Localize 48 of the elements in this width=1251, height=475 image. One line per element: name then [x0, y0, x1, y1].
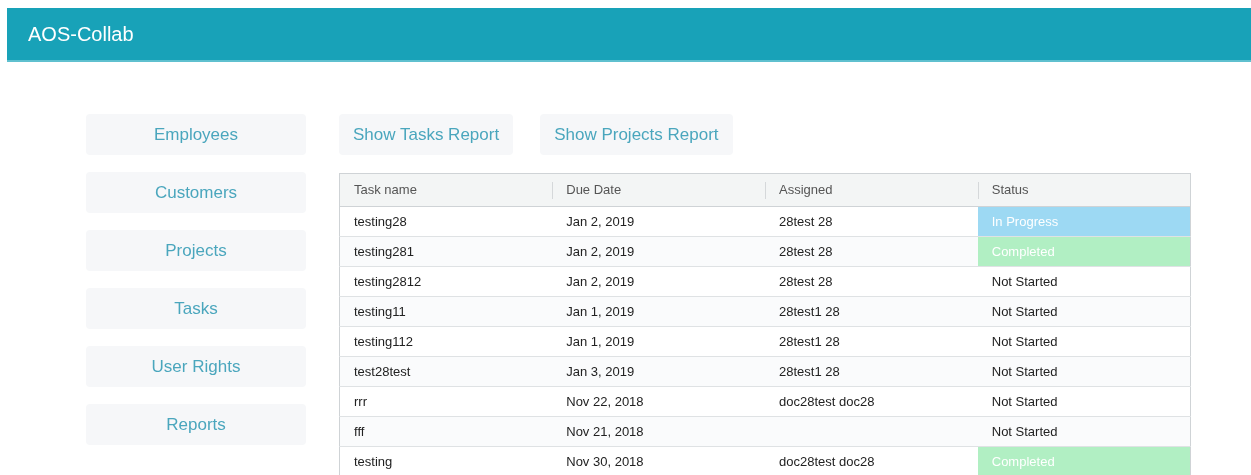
column-header: Status	[977, 173, 1191, 207]
column-header: Assigned	[765, 173, 978, 207]
table-cell: rrr	[339, 386, 553, 417]
table-cell: 28test 28	[765, 236, 978, 267]
status-cell: Not Started	[977, 296, 1191, 327]
table-cell: testing11	[339, 296, 553, 327]
table-cell: testing281	[339, 236, 553, 267]
table-cell: doc28test doc28	[765, 386, 978, 417]
app-title: AOS-Collab	[28, 22, 134, 47]
status-cell: Completed	[977, 236, 1191, 267]
report-button[interactable]: Show Tasks Report	[339, 114, 514, 155]
table-cell: 28test1 28	[765, 296, 978, 327]
status-cell: Not Started	[977, 416, 1191, 447]
sidebar-item[interactable]: Tasks	[86, 288, 306, 329]
table-cell: Nov 30, 2018	[552, 446, 765, 475]
table-cell: fff	[339, 416, 553, 447]
status-cell: Not Started	[977, 356, 1191, 387]
table-cell: testing	[339, 446, 553, 475]
table-cell: 28test1 28	[765, 356, 978, 387]
report-button[interactable]: Show Projects Report	[540, 114, 733, 155]
table-cell: Jan 2, 2019	[552, 236, 765, 267]
sidebar-item[interactable]: Projects	[86, 230, 306, 271]
table-cell: Nov 21, 2018	[552, 416, 765, 447]
table-cell: test28test	[339, 356, 553, 387]
table-cell: 28test1 28	[765, 326, 978, 357]
sidebar-item[interactable]: Customers	[86, 172, 306, 213]
table-cell: doc28test doc28	[765, 446, 978, 475]
table-cell: Jan 1, 2019	[552, 326, 765, 357]
status-cell: In Progress	[977, 206, 1191, 237]
sidebar-item[interactable]: Employees	[86, 114, 306, 155]
table-cell: Jan 1, 2019	[552, 296, 765, 327]
table-cell: 28test 28	[765, 206, 978, 237]
column-header: Due Date	[552, 173, 765, 207]
table-cell: Jan 2, 2019	[552, 206, 765, 237]
table-cell: testing28	[339, 206, 553, 237]
status-cell: Not Started	[977, 266, 1191, 297]
sidebar-item[interactable]: User Rights	[86, 346, 306, 387]
table-cell: Jan 2, 2019	[552, 266, 765, 297]
table-cell: Jan 3, 2019	[552, 356, 765, 387]
table-cell: testing112	[339, 326, 553, 357]
status-cell: Not Started	[977, 326, 1191, 357]
column-header: Task name	[339, 173, 553, 207]
status-cell: Not Started	[977, 386, 1191, 417]
status-cell: Completed	[977, 446, 1191, 475]
table-cell: Nov 22, 2018	[552, 386, 765, 417]
sidebar-item[interactable]: Reports	[86, 404, 306, 445]
table-cell: 28test 28	[765, 266, 978, 297]
table-cell: testing2812	[339, 266, 553, 297]
